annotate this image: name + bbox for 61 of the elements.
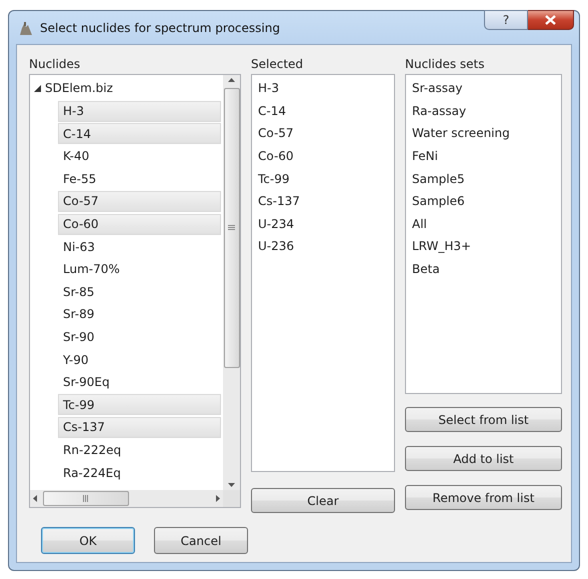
list-item[interactable]: All xyxy=(412,212,555,236)
list-item[interactable]: U-234 xyxy=(258,212,388,236)
close-icon xyxy=(545,15,556,25)
dialog-button[interactable]: OK xyxy=(41,527,135,554)
clear-button[interactable]: Clear xyxy=(251,488,395,513)
tree-item[interactable]: Rn-222eq xyxy=(58,440,221,460)
tree-item[interactable]: Y-90 xyxy=(58,349,221,370)
help-button[interactable]: ? xyxy=(484,10,528,30)
column-heading: Selected xyxy=(251,57,304,71)
tree-item[interactable]: Ni-63 xyxy=(58,236,221,258)
tree-item[interactable]: Ra-224Eq xyxy=(58,462,221,484)
tree-item[interactable]: Cs-137 xyxy=(58,416,221,438)
dialog-button[interactable]: Cancel xyxy=(154,527,248,554)
tree-item[interactable]: H-3 xyxy=(58,100,221,122)
list-item[interactable]: C-14 xyxy=(258,100,388,122)
app-icon xyxy=(18,20,34,36)
tree-item[interactable]: C-14 xyxy=(58,123,221,144)
list-item[interactable]: Sample5 xyxy=(412,167,555,190)
tree-item[interactable]: Lum-70% xyxy=(58,258,221,280)
window-title: Select nuclides for spectrum processing xyxy=(40,20,280,34)
list-item[interactable]: Sample6 xyxy=(412,190,555,213)
tree-item[interactable]: Sr-90 xyxy=(58,326,221,348)
scroll-right-icon[interactable] xyxy=(216,495,221,502)
list-item[interactable]: Sr-assay xyxy=(412,77,555,100)
list-item[interactable]: U-236 xyxy=(258,235,388,258)
vertical-scrollbar[interactable] xyxy=(223,75,240,490)
column-heading: Nuclides sets xyxy=(405,57,486,71)
tree-item[interactable]: Sr-90Eq xyxy=(58,372,221,393)
tree-item[interactable]: K-40 xyxy=(58,146,221,167)
list-item[interactable]: Co-57 xyxy=(258,122,388,145)
grip-icon xyxy=(83,495,89,502)
list-action-button[interactable]: Select from list xyxy=(405,407,562,432)
tree-node[interactable]: SDElem.biz xyxy=(45,81,113,95)
tree-item[interactable]: Co-57 xyxy=(58,190,221,212)
expand-icon[interactable] xyxy=(34,84,41,92)
scroll-down-icon[interactable] xyxy=(228,483,235,488)
list-item[interactable]: LRW_H3+ xyxy=(412,235,555,258)
tree-item[interactable]: Fe-55 xyxy=(58,168,221,190)
tree-item[interactable]: Sr-89 xyxy=(58,304,221,325)
list-item[interactable]: Co-60 xyxy=(258,144,388,168)
tree-item[interactable]: Sr-85 xyxy=(58,281,221,302)
horizontal-scrollbar[interactable] xyxy=(30,490,223,507)
scroll-left-icon[interactable] xyxy=(32,495,37,502)
list-item[interactable]: H-3 xyxy=(258,77,388,100)
list-action-button[interactable]: Remove from list xyxy=(405,485,562,510)
list-item[interactable]: Beta xyxy=(412,258,555,280)
scroll-thumb[interactable] xyxy=(224,88,240,368)
list-item[interactable]: FeNi xyxy=(412,144,555,168)
tree-item[interactable]: Tc-99 xyxy=(58,394,221,416)
tree-item[interactable]: Co-60 xyxy=(58,214,221,235)
list-item[interactable]: Ra-assay xyxy=(412,100,555,122)
list-item[interactable]: Tc-99 xyxy=(258,167,388,190)
scroll-thumb[interactable] xyxy=(43,491,129,506)
close-button[interactable] xyxy=(528,10,574,30)
grip-icon xyxy=(228,225,235,231)
column-heading: Nuclides xyxy=(29,57,82,71)
list-item[interactable]: Cs-137 xyxy=(258,190,388,213)
scroll-up-icon[interactable] xyxy=(228,77,235,82)
scrollbar-corner xyxy=(223,490,240,507)
list-action-button[interactable]: Add to list xyxy=(405,446,562,471)
list-item[interactable]: Water screening xyxy=(412,122,555,145)
